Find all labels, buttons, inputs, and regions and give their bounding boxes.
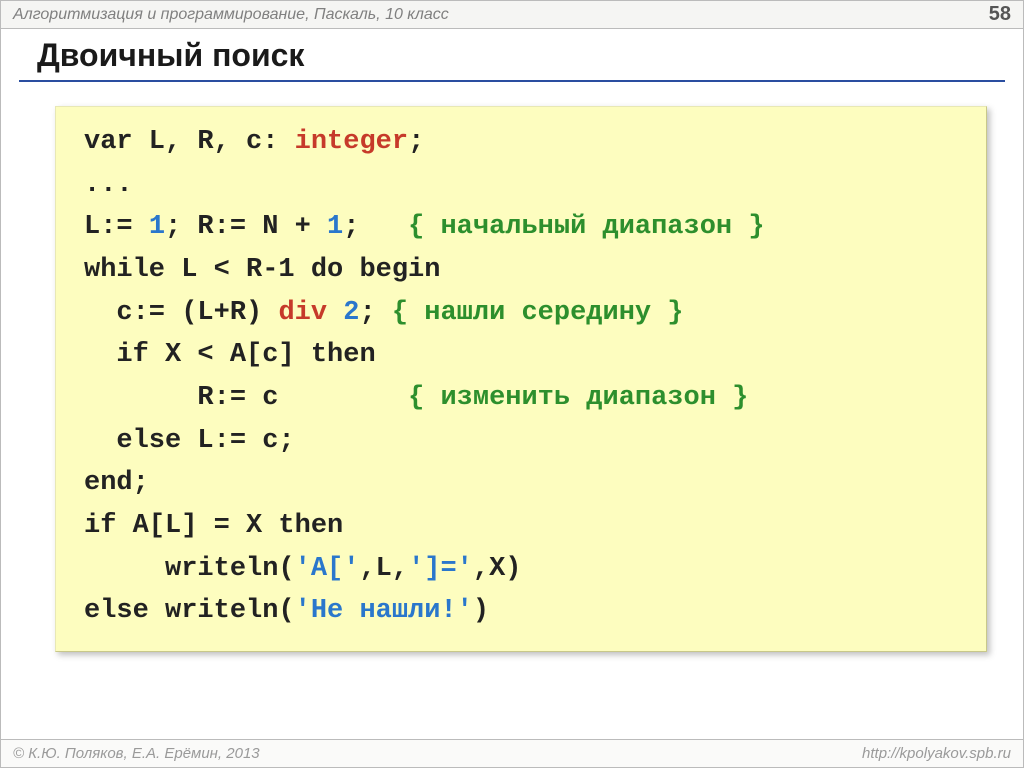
string-literal: ']=' — [408, 554, 473, 584]
code-text: ; — [343, 212, 408, 242]
code-text: else L:= c; — [84, 426, 295, 456]
code-text — [327, 298, 343, 328]
code-text: ) — [473, 596, 489, 626]
slide-footer: © К.Ю. Поляков, Е.А. Ерёмин, 2013 http:/… — [1, 739, 1023, 767]
code-text: ; R:= N + — [165, 212, 327, 242]
literal-number: 1 — [149, 212, 165, 242]
slide-title: Двоичный поиск — [1, 29, 1023, 78]
code-text: ... — [84, 170, 133, 200]
footer-url: http://kpolyakov.spb.ru — [862, 745, 1011, 762]
slide-header: Алгоритмизация и программирование, Паска… — [1, 1, 1023, 29]
code-text: ,L, — [359, 554, 408, 584]
code-text: var L, R, c: — [84, 127, 295, 157]
code-text: ,X) — [473, 554, 522, 584]
keyword-op: div — [278, 298, 327, 328]
comment: { начальный диапазон } — [408, 212, 764, 242]
code-text: end; — [84, 468, 149, 498]
code-text: L:= — [84, 212, 149, 242]
breadcrumb: Алгоритмизация и программирование, Паска… — [13, 6, 449, 24]
keyword-type: integer — [295, 127, 408, 157]
code-text: ; — [359, 298, 391, 328]
code-text: writeln( — [84, 554, 295, 584]
string-literal: 'A[' — [295, 554, 360, 584]
code-text: while L < R-1 do begin — [84, 255, 440, 285]
code-text: R:= c — [84, 383, 408, 413]
code-text: if X < A[c] then — [84, 340, 376, 370]
literal-number: 1 — [327, 212, 343, 242]
comment: { нашли середину } — [392, 298, 684, 328]
code-text: else writeln( — [84, 596, 295, 626]
code-text: ; — [408, 127, 424, 157]
code-text: c:= (L+R) — [84, 298, 278, 328]
code-text: if A[L] = X then — [84, 511, 343, 541]
title-underline — [19, 80, 1005, 82]
comment: { изменить диапазон } — [408, 383, 748, 413]
copyright: © К.Ю. Поляков, Е.А. Ерёмин, 2013 — [13, 745, 260, 762]
string-literal: 'Не нашли!' — [295, 596, 473, 626]
page-number: 58 — [989, 3, 1011, 26]
code-block: var L, R, c: integer; ... L:= 1; R:= N +… — [55, 106, 987, 652]
literal-number: 2 — [343, 298, 359, 328]
